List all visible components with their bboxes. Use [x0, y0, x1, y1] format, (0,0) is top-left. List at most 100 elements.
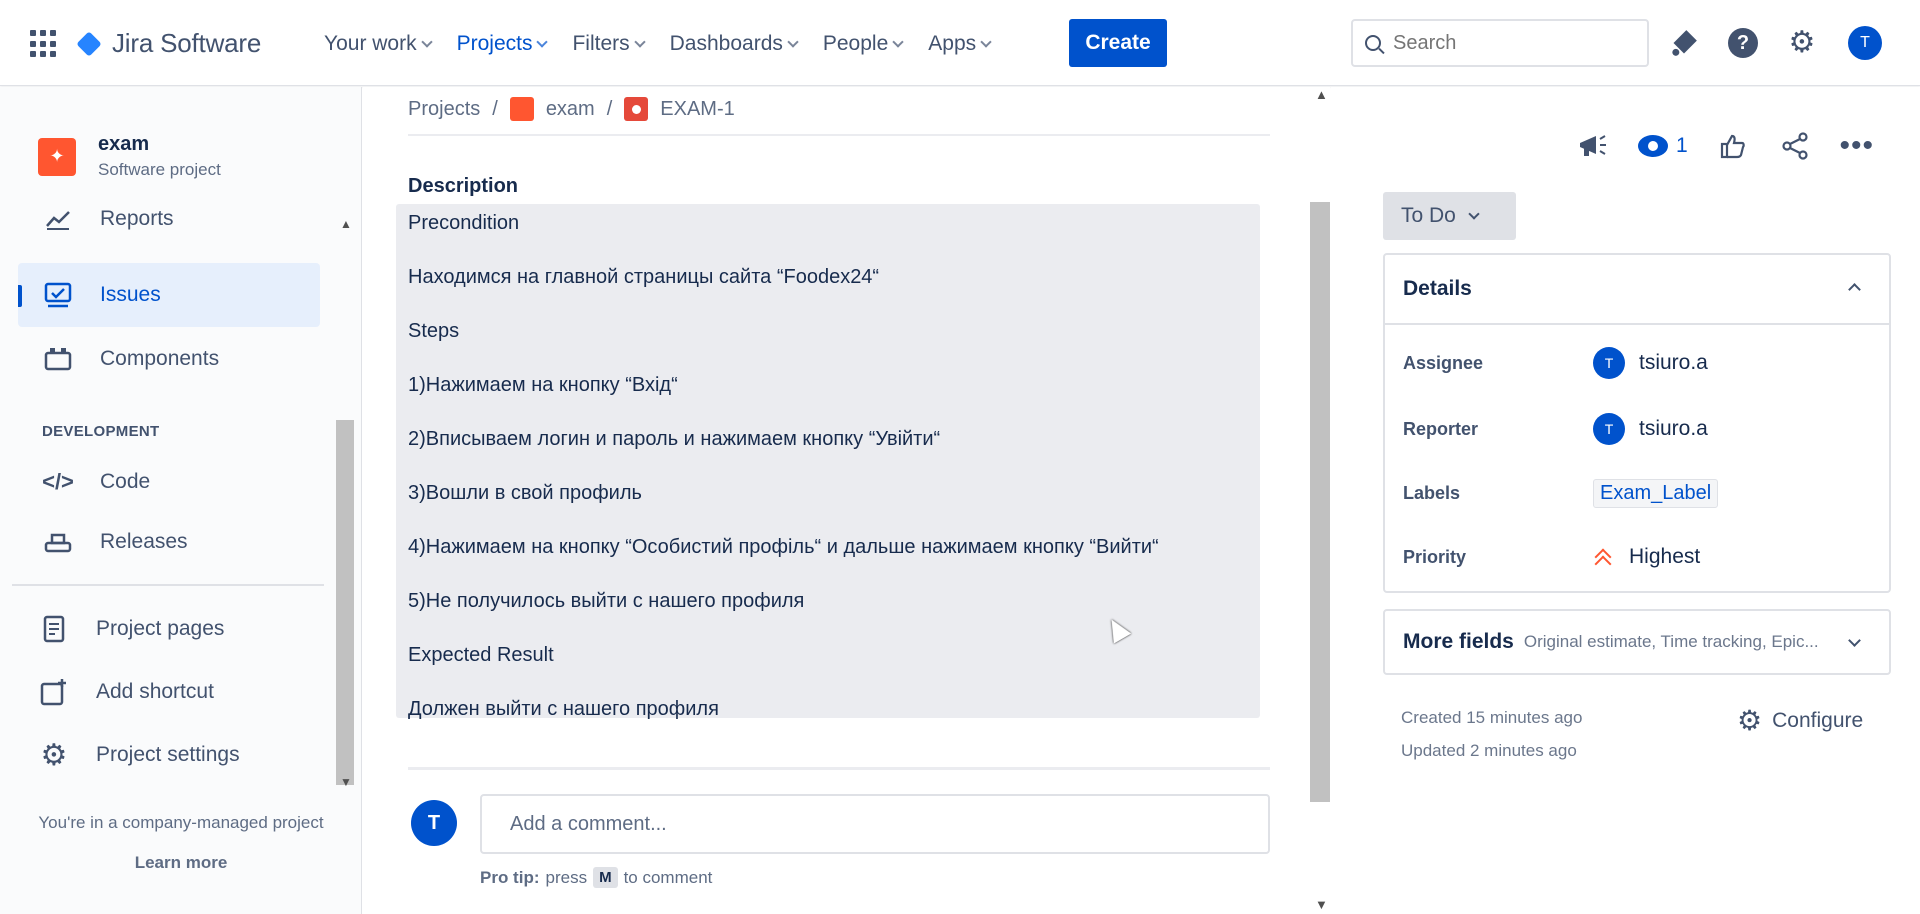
notifications-button[interactable]	[1667, 26, 1701, 60]
page-icon	[40, 615, 68, 643]
header-divider	[408, 134, 1270, 136]
sidebar-scroll-down-arrow[interactable]: ▼	[340, 775, 352, 789]
search-input[interactable]	[1393, 31, 1613, 55]
create-button[interactable]: Create	[1069, 19, 1167, 67]
chevron-down-icon	[536, 35, 549, 48]
pro-tip-rest: to comment	[623, 867, 713, 887]
comment-input[interactable]: Add a comment...	[480, 794, 1270, 854]
eye-icon	[1638, 135, 1668, 157]
watchers-count: 1	[1676, 134, 1688, 157]
sidebar-item-issues[interactable]: Issues	[18, 263, 320, 327]
pro-tip: Pro tip: press M to comment	[480, 867, 712, 888]
updated-timestamp: Updated 2 minutes ago	[1401, 741, 1577, 760]
main-scroll-down-arrow[interactable]: ▼	[1315, 897, 1328, 912]
app-name: Jira Software	[112, 28, 262, 58]
description-line: 5)Не получилось выйти с нашего профиля	[408, 590, 805, 612]
field-assignee[interactable]: Assignee T tsiuro.a	[1403, 347, 1883, 379]
share-icon[interactable]	[1778, 129, 1812, 163]
field-labels[interactable]: Labels Exam_Label	[1403, 479, 1883, 508]
chevron-down-icon	[980, 35, 992, 48]
issues-icon	[44, 281, 72, 309]
help-button[interactable]: ?	[1726, 26, 1760, 60]
search-icon	[1365, 35, 1381, 51]
nav-your-work[interactable]: Your work	[324, 30, 445, 58]
chevron-up-icon	[1848, 283, 1861, 296]
search-field[interactable]	[1351, 19, 1649, 67]
description-line: 1)Нажимаем на кнопку “Вхід“	[408, 374, 678, 396]
status-label: To Do	[1401, 204, 1456, 227]
app-switcher-icon[interactable]	[30, 30, 58, 58]
created-timestamp: Created 15 minutes ago	[1401, 708, 1583, 727]
gear-icon: ⚙	[40, 738, 68, 772]
main-scroll-up-arrow[interactable]: ▲	[1315, 87, 1328, 102]
main-scrollbar-thumb[interactable]	[1310, 202, 1330, 802]
issue-actions: 1 •••	[1576, 129, 1902, 163]
chevron-down-icon	[420, 35, 433, 48]
profile-button[interactable]: T	[1848, 26, 1882, 60]
code-icon: </>	[42, 469, 74, 494]
breadcrumb-separator: /	[606, 97, 613, 120]
description-line: Expected Result	[408, 644, 554, 666]
project-header[interactable]: ✦ exam Software project	[38, 133, 221, 180]
like-thumbs-up-icon[interactable]	[1716, 129, 1750, 163]
sidebar-item-add-shortcut[interactable]: Add shortcut	[18, 660, 320, 724]
details-header[interactable]: Details	[1385, 255, 1889, 325]
sidebar-scrollbar-thumb[interactable]	[336, 420, 354, 785]
nav-filters[interactable]: Filters	[572, 30, 657, 58]
gear-icon: ⚙	[1788, 26, 1816, 59]
jira-logo[interactable]: Jira Software	[76, 28, 261, 59]
breadcrumb: Projects / exam / EXAM-1	[408, 97, 735, 121]
configure-label: Configure	[1772, 709, 1864, 732]
field-reporter[interactable]: Reporter T tsiuro.a	[1403, 413, 1883, 445]
chevron-down-icon	[787, 35, 799, 48]
avatar: T	[411, 800, 457, 846]
notification-bell-icon	[1672, 30, 1697, 56]
learn-more-link[interactable]: Learn more	[0, 853, 362, 873]
breadcrumb-issue-key[interactable]: EXAM-1	[660, 98, 734, 121]
field-value: tsiuro.a	[1639, 351, 1708, 374]
settings-button[interactable]: ⚙	[1785, 26, 1819, 60]
sidebar-item-project-settings[interactable]: ⚙ Project settings	[18, 723, 320, 787]
sidebar-item-components[interactable]: Components	[18, 327, 320, 391]
label-chip[interactable]: Exam_Label	[1593, 479, 1719, 508]
breadcrumb-projects[interactable]: Projects	[408, 98, 480, 121]
field-label: Priority	[1403, 546, 1467, 567]
project-avatar-icon	[509, 97, 534, 121]
section-development: DEVELOPMENT	[42, 423, 160, 440]
configure-button[interactable]: ⚙ Configure	[1737, 707, 1863, 735]
sidebar-item-releases[interactable]: Releases	[18, 510, 320, 574]
description-line: 4)Нажимаем на кнопку “Особистий профіль“…	[408, 536, 1159, 558]
field-priority[interactable]: Priority Highest	[1403, 545, 1883, 569]
description-editor[interactable]: Precondition Находимся на главной страни…	[396, 204, 1260, 720]
activity-divider	[408, 767, 1270, 770]
sidebar-scroll-up-arrow[interactable]: ▲	[340, 217, 352, 231]
project-avatar-icon: ✦	[38, 137, 76, 176]
status-dropdown[interactable]: To Do	[1383, 192, 1516, 240]
watchers-button[interactable]: 1	[1638, 134, 1688, 158]
feedback-megaphone-icon[interactable]	[1576, 129, 1610, 163]
more-fields-section[interactable]: More fields Original estimate, Time trac…	[1383, 609, 1891, 675]
nav-people[interactable]: People	[823, 30, 916, 58]
more-actions-icon[interactable]: •••	[1839, 129, 1874, 163]
sidebar-divider	[12, 584, 324, 586]
avatar: T	[1593, 413, 1625, 445]
field-label: Assignee	[1403, 352, 1484, 373]
nav-apps[interactable]: Apps	[928, 30, 1004, 58]
company-managed-notice: You're in a company-managed project	[38, 813, 324, 832]
avatar: T	[1848, 26, 1882, 60]
field-label: Labels	[1403, 483, 1461, 503]
breadcrumb-project[interactable]: exam	[546, 98, 595, 121]
sidebar-item-project-pages[interactable]: Project pages	[18, 597, 320, 661]
releases-icon	[44, 528, 72, 556]
pro-tip-label: Pro tip:	[480, 867, 540, 887]
nav-dashboards[interactable]: Dashboards	[670, 30, 811, 58]
sidebar-item-label: Issues	[100, 283, 161, 306]
top-navigation-bar: Jira Software Your work Projects Filters…	[0, 0, 1920, 86]
priority-highest-icon	[1593, 546, 1615, 568]
sidebar-item-code[interactable]: </> Code	[18, 450, 320, 514]
project-type: Software project	[98, 160, 221, 179]
more-fields-summary: Original estimate, Time tracking, Epic..…	[1523, 632, 1819, 651]
sidebar-item-label: Code	[100, 470, 151, 493]
sidebar-item-reports[interactable]: Reports	[18, 187, 320, 251]
nav-projects[interactable]: Projects	[457, 30, 561, 58]
